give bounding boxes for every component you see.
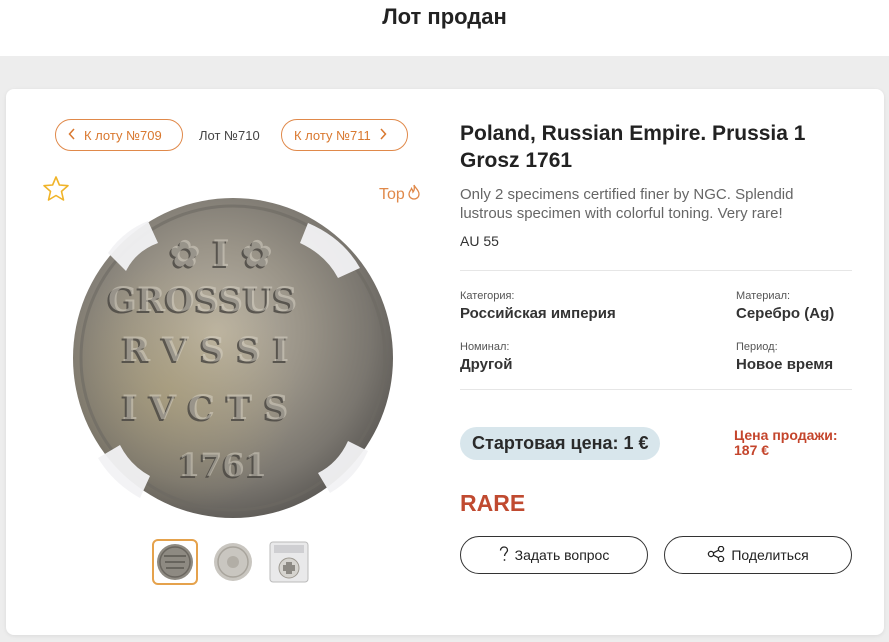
chevron-right-icon bbox=[379, 121, 387, 150]
prev-lot-label: К лоту №709 bbox=[84, 127, 162, 143]
page-header: Лот продан bbox=[0, 0, 889, 56]
lot-grade: AU 55 bbox=[460, 233, 499, 249]
svg-text:GROSSUS: GROSSUS bbox=[108, 280, 297, 320]
chevron-left-icon bbox=[68, 121, 76, 150]
denomination-label: Номинал: bbox=[460, 341, 510, 353]
current-lot-label: Лот №710 bbox=[199, 128, 260, 143]
favorite-star-icon[interactable] bbox=[41, 174, 71, 204]
coin-image[interactable]: ✿ I ✿ GROSSUS R V S S I I V C T S 1761 ✿… bbox=[68, 193, 398, 523]
flame-icon bbox=[407, 184, 421, 205]
sale-price: Цена продажи: 187 € bbox=[734, 428, 874, 458]
denomination-value: Другой bbox=[460, 356, 513, 373]
divider bbox=[460, 270, 852, 271]
next-lot-label: К лоту №711 bbox=[294, 127, 371, 143]
ask-question-button[interactable]: Задать вопрос bbox=[460, 536, 648, 574]
svg-text:R V S S I: R V S S I bbox=[122, 330, 289, 370]
sale-price-value: 187 € bbox=[734, 442, 770, 458]
question-icon bbox=[499, 545, 509, 565]
category-label: Категория: bbox=[460, 290, 515, 302]
share-icon bbox=[707, 545, 725, 565]
next-lot-button[interactable]: К лоту №711 bbox=[281, 119, 408, 151]
sale-price-label: Цена продажи: bbox=[734, 427, 838, 443]
period-label: Период: bbox=[736, 341, 778, 353]
thumbnail-obverse[interactable] bbox=[152, 539, 198, 585]
page-title: Лот продан bbox=[382, 4, 507, 29]
svg-text:✿ I ✿: ✿ I ✿ bbox=[170, 233, 272, 275]
start-price-badge: Стартовая цена: 1 € bbox=[460, 427, 661, 460]
lot-title: Poland, Russian Empire. Prussia 1 Grosz … bbox=[460, 122, 806, 172]
rarity-label: RARE bbox=[460, 490, 526, 516]
svg-text:I V C T S: I V C T S bbox=[122, 388, 289, 428]
category-value: Российская империя bbox=[460, 305, 616, 322]
thumbnail-reverse[interactable] bbox=[210, 539, 256, 585]
share-button[interactable]: Поделиться bbox=[664, 536, 852, 574]
thumbnail-slab[interactable] bbox=[266, 539, 312, 585]
period-value: Новое время bbox=[736, 356, 834, 373]
material-value: Серебро (Ag) bbox=[736, 305, 835, 322]
material-label: Материал: bbox=[736, 290, 791, 302]
prev-lot-button[interactable]: К лоту №709 bbox=[55, 119, 183, 151]
share-label: Поделиться bbox=[731, 547, 809, 563]
svg-text:1761: 1761 bbox=[178, 446, 267, 484]
ask-question-label: Задать вопрос bbox=[514, 547, 610, 563]
lot-description: Only 2 specimens certified finer by NGC.… bbox=[460, 186, 794, 222]
divider bbox=[460, 389, 852, 390]
